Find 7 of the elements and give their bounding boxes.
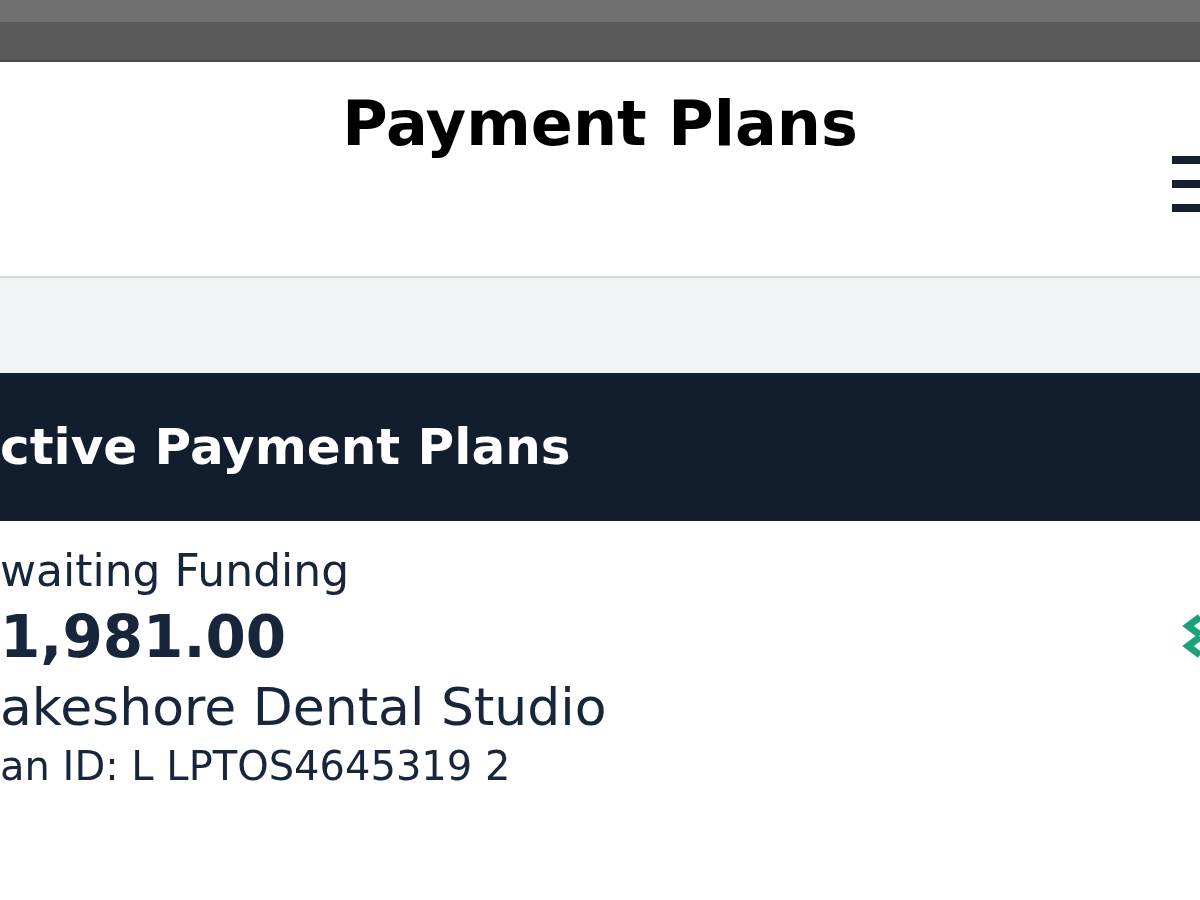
provider-name: akeshore Dental Studio: [0, 676, 607, 739]
plan-id: an ID: L LPTOS4645319 2: [0, 742, 511, 791]
plan-amount: 1,981.00: [0, 602, 287, 673]
page-title: Payment Plans: [342, 86, 858, 162]
plan-status: waiting Funding: [0, 544, 350, 598]
section-title: ctive Payment Plans: [0, 422, 571, 472]
chevron-icon[interactable]: [1182, 613, 1200, 659]
